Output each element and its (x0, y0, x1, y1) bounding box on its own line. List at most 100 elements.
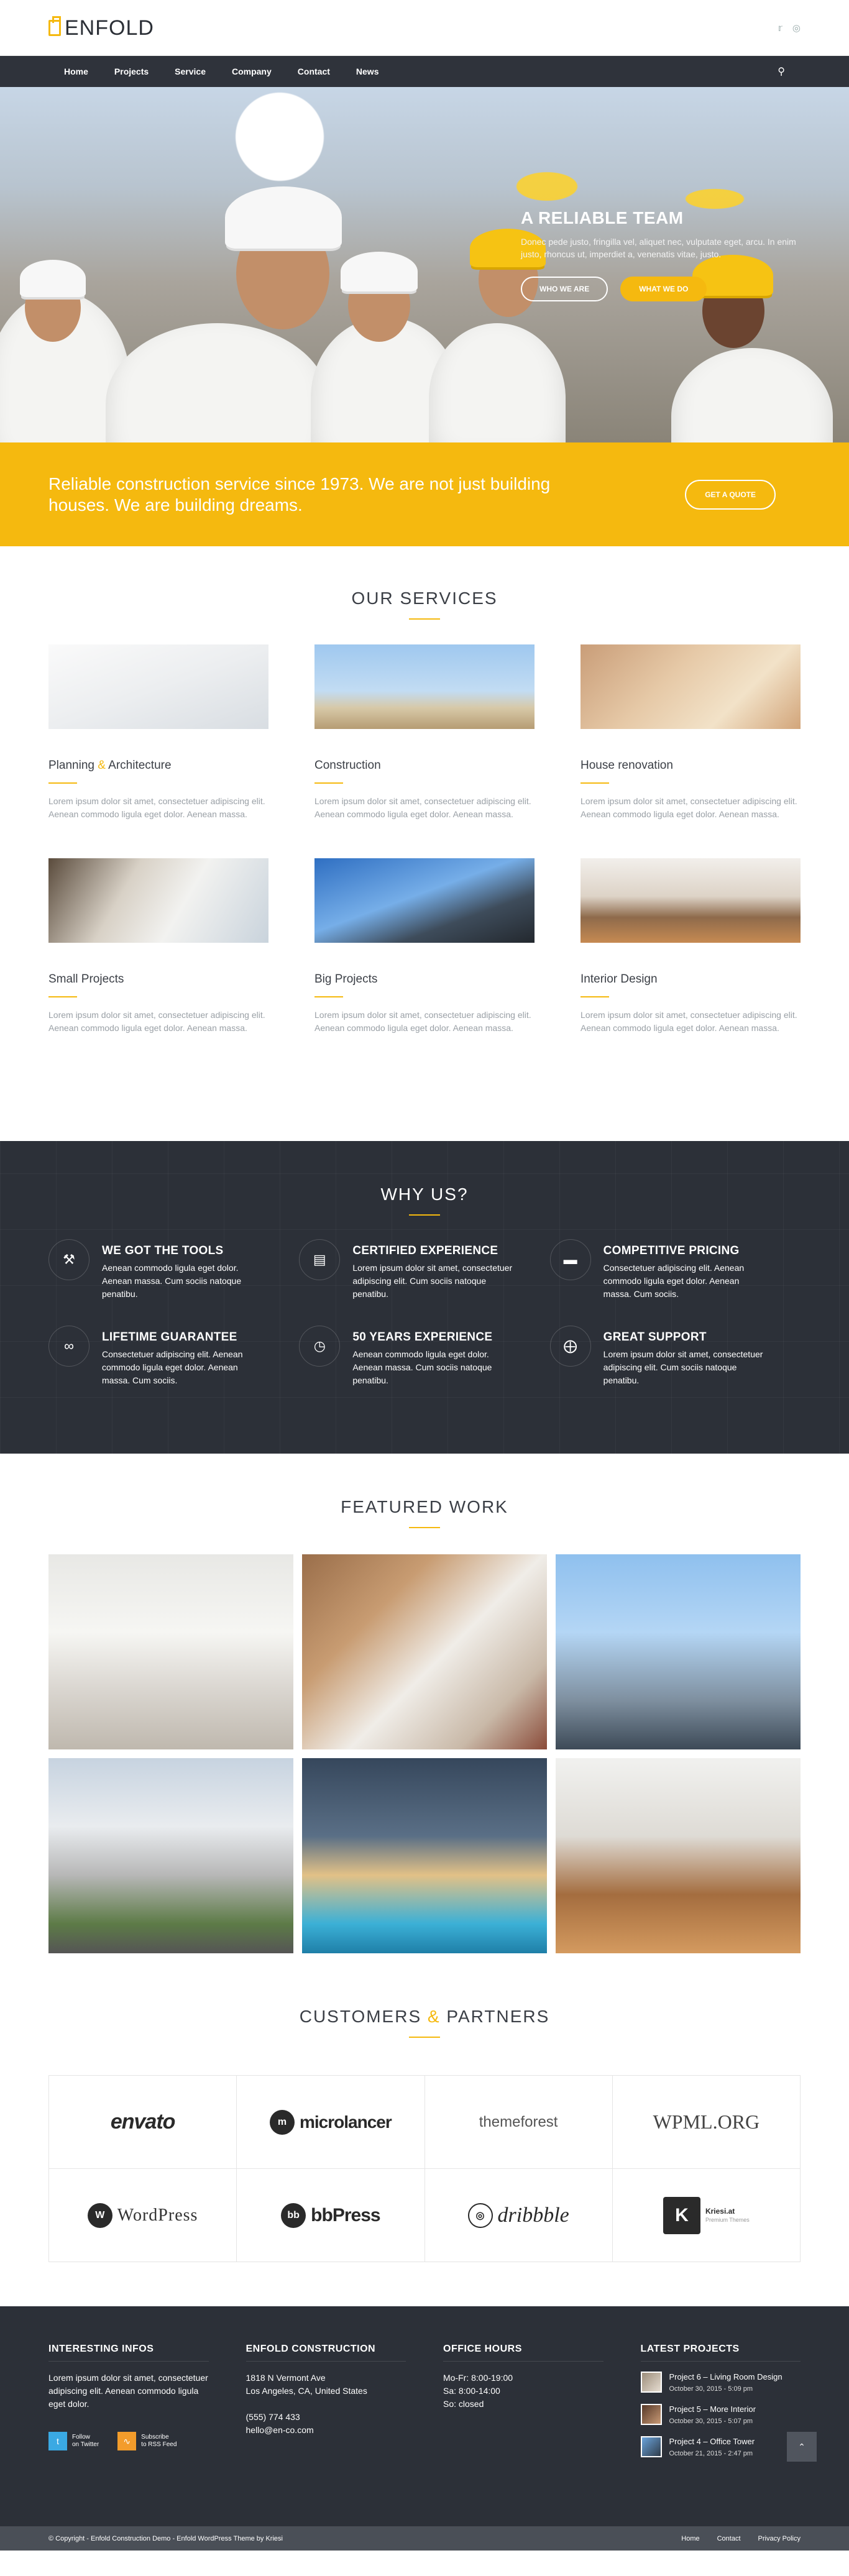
partner-logo-microlancer[interactable]: m microlancer (237, 2076, 425, 2169)
service-title[interactable]: House renovation (581, 759, 801, 772)
why-item-title: LIFETIME GUARANTEE (102, 1331, 237, 1344)
why-title: WHY US? (380, 1185, 469, 1204)
partner-logo-themeforest[interactable]: themeforest (424, 2076, 613, 2169)
service-title[interactable]: Small Projects (48, 973, 268, 986)
featured-title: FEATURED WORK (341, 1497, 508, 1516)
subscribe-rss-link[interactable]: ∿ Subscribe to RSS Feed (117, 2432, 177, 2450)
site-logo[interactable]: ENFOLD (48, 16, 154, 40)
service-image[interactable] (581, 644, 801, 729)
why-item: ⚒ WE GOT THE TOOLS Aenean commodo ligula … (48, 1239, 299, 1301)
nav-projects[interactable]: Projects (101, 56, 162, 87)
dribbble-icon[interactable]: ◎ (792, 22, 801, 34)
why-us-section: WHY US? ⚒ WE GOT THE TOOLS Aenean commodo… (0, 1141, 849, 1454)
title-divider (409, 1527, 440, 1528)
logo-text: ENFOLD (65, 16, 154, 40)
latest-project-link[interactable]: Project 4 – Office Tower October 21, 2015… (640, 2436, 801, 2459)
portfolio-item[interactable] (48, 1758, 293, 1953)
hero-title: A RELIABLE TEAM (521, 208, 684, 227)
partner-logo-wordpress[interactable]: W WordPress (49, 2169, 237, 2262)
portfolio-item[interactable] (556, 1554, 801, 1749)
service-text: Lorem ipsum dolor sit amet, consectetuer… (314, 796, 531, 819)
socket-link-privacy[interactable]: Privacy Policy (758, 2535, 801, 2542)
nav-news[interactable]: News (343, 56, 392, 87)
footer-text: Lorem ipsum dolor sit amet, consectetuer… (48, 2373, 208, 2409)
who-we-are-button[interactable]: WHO WE ARE (521, 277, 608, 301)
service-image[interactable] (48, 858, 268, 943)
twitter-icon: t (48, 2432, 67, 2450)
partners-title: CUSTOMERS & PARTNERS (299, 2007, 550, 2026)
service-text: Lorem ipsum dolor sit amet, consectetuer… (581, 1010, 797, 1033)
why-item-title: WE GOT THE TOOLS (102, 1244, 224, 1257)
scroll-to-top-button[interactable]: ⌃ (787, 2432, 817, 2462)
partner-logo-envato[interactable]: envato (49, 2076, 237, 2169)
nav-service[interactable]: Service (162, 56, 219, 87)
partner-logo-bbpress[interactable]: bb bbPress (237, 2169, 425, 2262)
footer-socket: © Copyright - Enfold Construction Demo -… (0, 2526, 849, 2551)
partner-logo-dribbble[interactable]: ◎ dribbble (424, 2169, 613, 2262)
project-thumbnail (640, 2404, 662, 2425)
services-section: OUR SERVICES Planning & Architecture Lor… (0, 546, 849, 1141)
copyright-text: © Copyright - Enfold Construction Demo -… (48, 2534, 283, 2542)
service-title[interactable]: Planning & Architecture (48, 759, 268, 772)
search-icon[interactable]: ⚲ (778, 65, 801, 78)
service-text: Lorem ipsum dolor sit amet, consectetuer… (314, 1010, 531, 1033)
service-image[interactable] (314, 644, 535, 729)
service-title[interactable]: Interior Design (581, 973, 801, 986)
twitter-icon[interactable]: 𝕣 (778, 22, 782, 34)
why-item-text: Consectetuer adipiscing elit. Aenean com… (102, 1349, 243, 1385)
why-item: ◷ 50 YEARS EXPERIENCE Aenean commodo ligu… (299, 1326, 549, 1387)
service-title[interactable]: Big Projects (314, 973, 535, 986)
service-card: House renovation Lorem ipsum dolor sit a… (581, 644, 801, 821)
service-card: Big Projects Lorem ipsum dolor sit amet,… (314, 858, 535, 1035)
follow-twitter-link[interactable]: t Follow on Twitter (48, 2432, 99, 2450)
why-item-text: Consectetuer adipiscing elit. Aenean com… (603, 1263, 745, 1299)
project-thumbnail (640, 2372, 662, 2393)
hero-slider: A RELIABLE TEAM Donec pede justo, fringi… (0, 87, 849, 442)
why-item-text: Lorem ipsum dolor sit amet, consectetuer… (352, 1263, 513, 1299)
portfolio-item[interactable] (302, 1758, 547, 1953)
get-quote-button[interactable]: GET A QUOTE (685, 479, 776, 510)
why-item-text: Aenean commodo ligula eget dolor. Aenean… (352, 1349, 492, 1385)
portfolio-item[interactable] (48, 1554, 293, 1749)
socket-link-contact[interactable]: Contact (717, 2535, 741, 2542)
nav-company[interactable]: Company (219, 56, 285, 87)
socket-link-home[interactable]: Home (681, 2535, 699, 2542)
footer-col-title: OFFICE HOURS (443, 2344, 603, 2362)
latest-project-link[interactable]: Project 6 – Living Room Design October 30… (640, 2372, 801, 2394)
portfolio-item[interactable] (556, 1758, 801, 1953)
why-item: ⨁ GREAT SUPPORT Lorem ipsum dolor sit ame… (549, 1326, 801, 1387)
bbpress-icon: bb (281, 2202, 306, 2228)
latest-project-link[interactable]: Project 5 – More Interior October 30, 201… (640, 2404, 801, 2426)
logo-icon (48, 16, 61, 36)
phone: (555) 774 433 (246, 2412, 300, 2422)
clock-icon: ◷ (299, 1326, 341, 1367)
why-item-text: Aenean commodo ligula eget dolor. Aenean… (102, 1263, 242, 1299)
service-title[interactable]: Construction (314, 759, 535, 772)
service-card: Small Projects Lorem ipsum dolor sit ame… (48, 858, 268, 1035)
hero-text: Donec pede justo, fringilla vel, aliquet… (521, 237, 796, 259)
what-we-do-button[interactable]: WHAT WE DO (620, 277, 707, 301)
wordpress-icon: W (87, 2202, 112, 2228)
address-line-2: Los Angeles, CA, United States (246, 2386, 367, 2396)
hours-line: So: closed (443, 2399, 484, 2409)
nav-home[interactable]: Home (48, 56, 101, 87)
service-image[interactable] (581, 858, 801, 943)
hours-line: Mo-Fr: 8:00-19:00 (443, 2373, 513, 2383)
email-link[interactable]: hello@en-co.com (246, 2424, 406, 2437)
rss-icon: ∿ (117, 2432, 137, 2450)
partner-logo-wpml[interactable]: WPML.ORG (612, 2076, 801, 2169)
portfolio-item[interactable] (302, 1554, 547, 1749)
service-image[interactable] (314, 858, 535, 943)
title-divider (409, 2037, 440, 2038)
service-card: Construction Lorem ipsum dolor sit amet,… (314, 644, 535, 821)
certificate-icon: ▤ (299, 1239, 341, 1280)
partner-logo-kriesi[interactable]: K Kriesi.at Premium Themes (612, 2169, 801, 2262)
project-thumbnail (640, 2436, 662, 2457)
cta-banner: Reliable construction service since 1973… (0, 442, 849, 546)
why-item: ∞ LIFETIME GUARANTEE Consectetuer adipisc… (48, 1326, 299, 1387)
service-card: Planning & Architecture Lorem ipsum dolo… (48, 644, 268, 821)
why-item-title: 50 YEARS EXPERIENCE (352, 1331, 493, 1344)
nav-contact[interactable]: Contact (285, 56, 343, 87)
service-image[interactable] (48, 644, 268, 729)
footer-col-projects: LATEST PROJECTS Project 6 – Living Room … (640, 2344, 801, 2468)
